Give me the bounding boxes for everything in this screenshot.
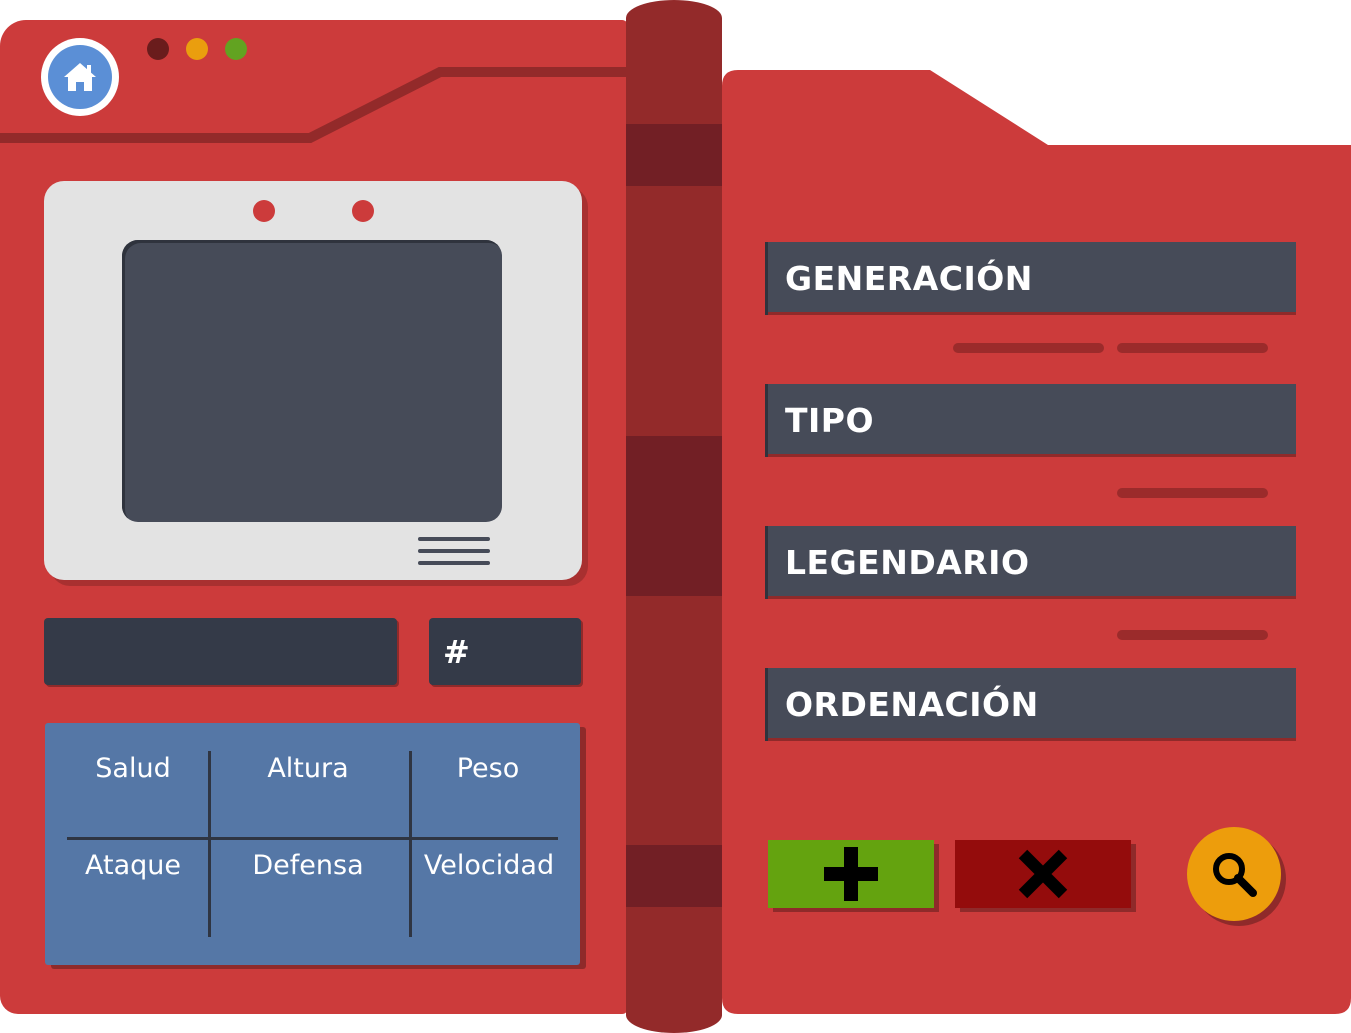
clear-button[interactable] [955, 840, 1131, 908]
spine-band [626, 124, 722, 186]
speaker-line [418, 549, 490, 553]
add-button[interactable] [768, 840, 934, 908]
spine-band [626, 436, 722, 596]
green-dot [225, 38, 247, 60]
home-icon [64, 63, 96, 91]
stat-ataque: Ataque [85, 850, 181, 881]
pokemon-image-screen [122, 240, 502, 522]
stat-defensa: Defensa [252, 850, 364, 881]
x-icon [1018, 849, 1068, 899]
stats-divider [67, 837, 558, 840]
search-icon [1213, 853, 1257, 897]
home-button[interactable] [41, 38, 119, 116]
spine-band [626, 845, 722, 907]
filter-legendario[interactable]: LEGENDARIO [768, 526, 1296, 599]
speaker-line [418, 561, 490, 565]
pokemon-name-field[interactable] [44, 618, 397, 685]
screen-indicator-right [352, 200, 374, 222]
filter-ordenacion[interactable]: ORDENACIÓN [768, 668, 1296, 741]
stat-salud: Salud [95, 753, 171, 784]
screen-indicator-left [253, 200, 275, 222]
number-label: # [443, 632, 470, 671]
stat-peso: Peso [456, 753, 520, 784]
stat-velocidad: Velocidad [423, 850, 555, 881]
filter-generacion[interactable]: GENERACIÓN [768, 242, 1296, 315]
decorative-pill [1117, 343, 1268, 353]
dark-red-dot [147, 38, 169, 60]
search-button[interactable] [1187, 827, 1281, 921]
speaker-line [418, 537, 490, 541]
decorative-pill [953, 343, 1104, 353]
stat-altura: Altura [267, 753, 349, 784]
decorative-pill [1117, 488, 1268, 498]
decorative-pill [1117, 630, 1268, 640]
filter-tipo[interactable]: TIPO [768, 384, 1296, 457]
orange-dot [186, 38, 208, 60]
pokemon-number-field[interactable]: # [429, 618, 581, 685]
plus-icon [824, 847, 878, 901]
